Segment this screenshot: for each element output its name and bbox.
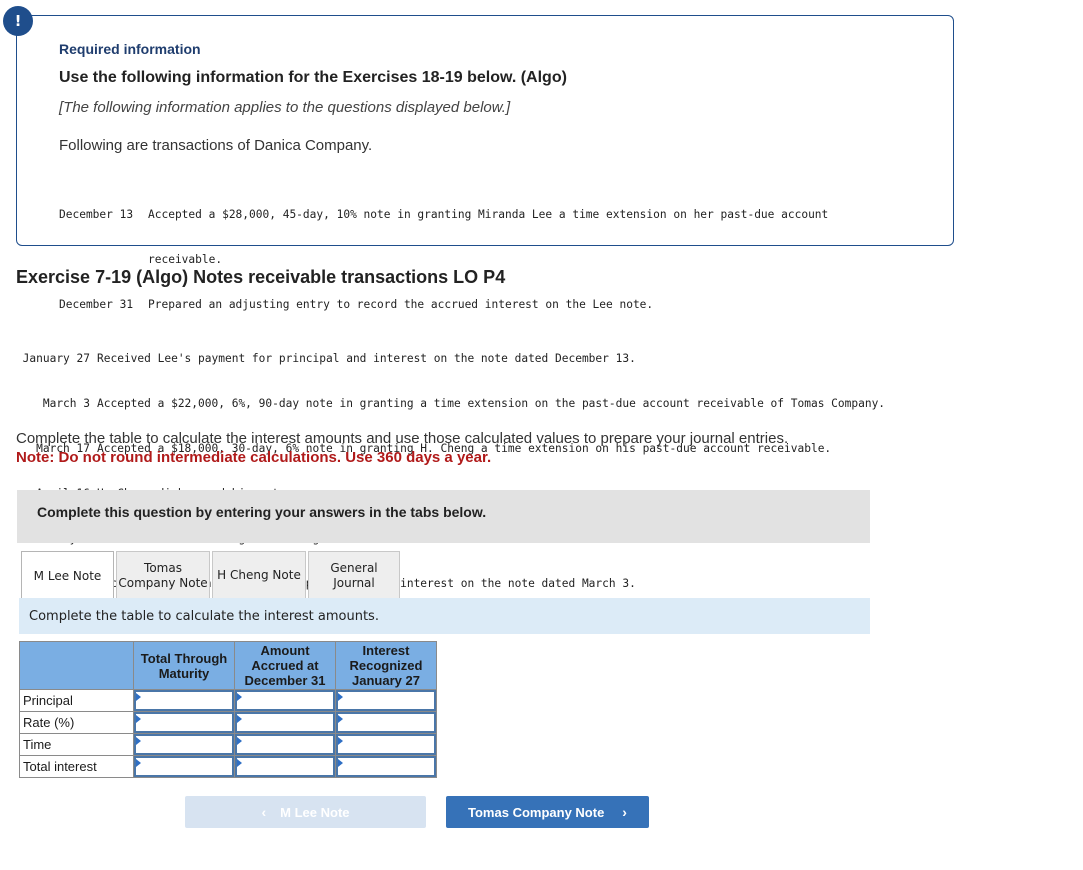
- row-label-total-interest: Total interest: [19, 755, 134, 778]
- time-total-input[interactable]: [134, 734, 234, 755]
- question-instruction-bar: Complete this question by entering your …: [17, 490, 870, 543]
- column-header-recognized-january-27: Interest Recognized January 27: [335, 641, 437, 690]
- next-tab-label: Tomas Company Note: [468, 804, 605, 820]
- column-header-accrued-december-31: Amount Accrued at December 31: [234, 641, 336, 690]
- alert-icon: !: [3, 6, 33, 36]
- next-tab-button[interactable]: Tomas Company Note ›: [446, 796, 649, 828]
- time-accrued-input[interactable]: [235, 734, 335, 755]
- total-interest-accrued-input[interactable]: [235, 756, 335, 777]
- transaction-date: March 3: [42, 397, 90, 410]
- applies-note: [The following information applies to th…: [59, 99, 511, 116]
- required-transactions: December 13 Accepted a $28,000, 45-day, 1…: [59, 177, 828, 327]
- principal-recognized-input[interactable]: [336, 690, 436, 711]
- table-header-row: Total Through Maturity Amount Accrued at…: [19, 641, 437, 690]
- transaction-date: December 31: [59, 298, 134, 311]
- exercise-title: Exercise 7-19 (Algo) Notes receivable tr…: [16, 267, 506, 287]
- intro-text: Following are transactions of Danica Com…: [59, 137, 373, 154]
- chevron-right-icon: ›: [622, 804, 627, 820]
- transaction-text: Accepted a $22,000, 6%, 90-day note in g…: [97, 397, 886, 410]
- question-instruction-text: Complete this question by entering your …: [37, 504, 487, 520]
- rate-accrued-input[interactable]: [235, 712, 335, 733]
- column-header-blank: [19, 641, 134, 690]
- transaction-row: December 13 Accepted a $28,000, 45-day, 1…: [59, 207, 828, 222]
- tab-tomas-company-note[interactable]: Tomas Company Note: [116, 551, 210, 599]
- principal-accrued-input[interactable]: [235, 690, 335, 711]
- transaction-row: March 3 Accepted a $22,000, 6%, 90-day no…: [16, 396, 885, 411]
- required-information-heading: Use the following information for the Ex…: [59, 69, 567, 86]
- rate-recognized-input[interactable]: [336, 712, 436, 733]
- transaction-text: Accepted a $28,000, 45-day, 10% note in …: [148, 208, 829, 221]
- table-row: Principal: [19, 689, 437, 712]
- transaction-date: December 13: [59, 208, 134, 221]
- tab-panel-instruction: Complete the table to calculate the inte…: [29, 609, 379, 624]
- transaction-row: January 27 Received Lee's payment for pri…: [16, 351, 885, 366]
- column-header-total-through-maturity: Total Through Maturity: [133, 641, 235, 690]
- row-label-rate: Rate (%): [19, 711, 134, 734]
- table-row: Total interest: [19, 755, 437, 778]
- principal-total-input[interactable]: [134, 690, 234, 711]
- time-recognized-input[interactable]: [336, 734, 436, 755]
- tab-m-lee-note[interactable]: M Lee Note: [21, 551, 114, 600]
- total-interest-recognized-input[interactable]: [336, 756, 436, 777]
- table-row: Rate (%): [19, 711, 437, 734]
- instruction-text: Complete the table to calculate the inte…: [16, 430, 789, 447]
- transaction-date: January 27: [22, 352, 90, 365]
- tab-panel-header: Complete the table to calculate the inte…: [19, 598, 870, 634]
- transaction-row: December 31 Prepared an adjusting entry t…: [59, 297, 828, 312]
- rate-total-input[interactable]: [134, 712, 234, 733]
- calculation-note: Note: Do not round intermediate calculat…: [16, 449, 492, 466]
- row-label-time: Time: [19, 733, 134, 756]
- total-interest-total-input[interactable]: [134, 756, 234, 777]
- tab-bar: M Lee Note Tomas Company Note H Cheng No…: [21, 551, 402, 600]
- transaction-row-continuation: receivable.: [59, 252, 828, 267]
- previous-tab-label: M Lee Note: [280, 804, 350, 820]
- transaction-text: Received Lee's payment for principal and…: [97, 352, 636, 365]
- tab-h-cheng-note[interactable]: H Cheng Note: [212, 551, 306, 599]
- transaction-text: receivable.: [148, 253, 223, 266]
- chevron-left-icon: ‹: [261, 804, 267, 820]
- interest-table: Total Through Maturity Amount Accrued at…: [19, 641, 437, 778]
- previous-tab-button[interactable]: ‹ M Lee Note: [185, 796, 426, 828]
- row-label-principal: Principal: [19, 689, 134, 712]
- tab-general-journal[interactable]: General Journal: [308, 551, 400, 599]
- table-row: Time: [19, 733, 437, 756]
- required-information-title: Required information: [59, 41, 201, 57]
- transaction-text: Prepared an adjusting entry to record th…: [148, 298, 654, 311]
